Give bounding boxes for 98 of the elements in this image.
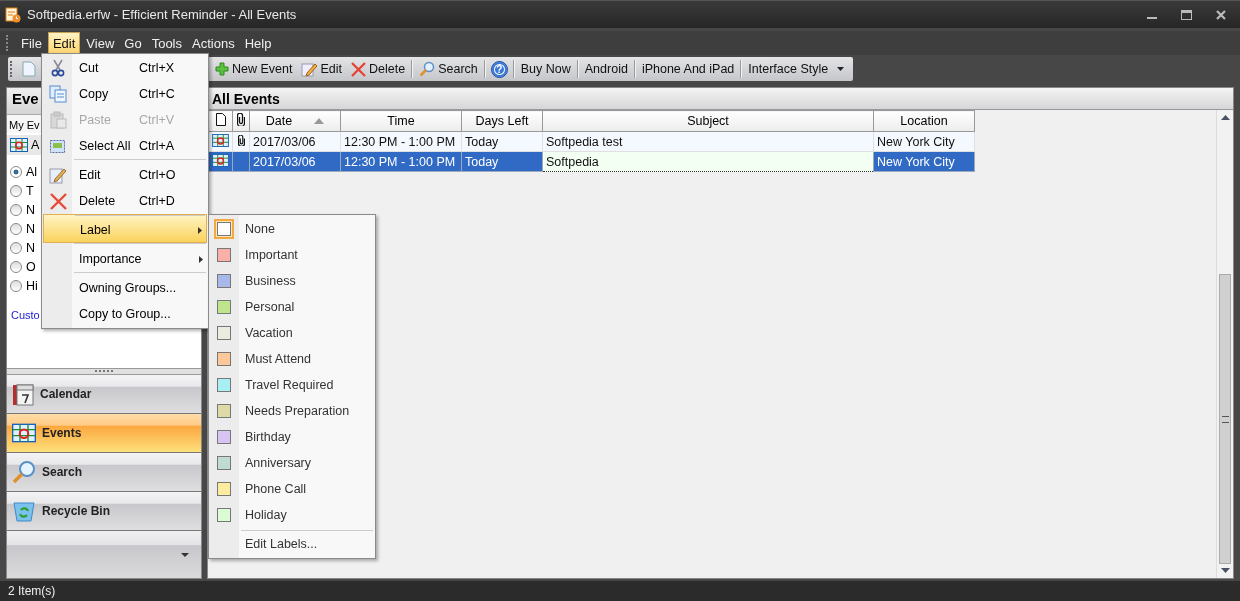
radio-label: Al: [26, 165, 38, 179]
toolbar-button[interactable]: Buy Now: [517, 60, 574, 78]
radio-label: N: [26, 203, 36, 217]
nav-button[interactable]: Recycle Bin: [7, 492, 201, 531]
radio-label: T: [26, 184, 34, 198]
event-icon: [212, 153, 229, 167]
radio-button[interactable]: [10, 261, 22, 273]
nav-button[interactable]: Search: [7, 453, 201, 492]
paste-icon: [49, 111, 67, 129]
menu-item[interactable]: Owning Groups...: [43, 272, 207, 301]
event-icon: [212, 133, 229, 147]
menu-item[interactable]: Vacation: [209, 320, 375, 346]
view-title: All Events: [208, 88, 1233, 110]
events-icon: [12, 423, 36, 443]
menu-item[interactable]: Important: [209, 242, 375, 268]
menu-item[interactable]: None: [209, 216, 375, 242]
menu-item[interactable]: Edit Ctrl+O: [43, 159, 207, 188]
radio-button[interactable]: [10, 223, 22, 235]
app-icon: [5, 6, 21, 23]
menu-item[interactable]: Business: [209, 268, 375, 294]
radio-button[interactable]: [10, 166, 22, 178]
help-button[interactable]: ?: [490, 60, 508, 78]
radio-label: O: [26, 260, 36, 274]
maximize-icon[interactable]: [1181, 9, 1192, 20]
toolbar-button[interactable]: iPhone And iPad: [638, 60, 738, 78]
menu-item[interactable]: Label: [43, 214, 207, 243]
window-title: Softpedia.erfw - Efficient Reminder - All Events: [27, 7, 297, 22]
sort-ascending-icon: [314, 118, 325, 124]
scroll-down-icon[interactable]: [1220, 568, 1230, 573]
events-icon: [10, 138, 28, 152]
nav-button[interactable]: Calendar: [7, 375, 201, 414]
column-header[interactable]: Days Left: [461, 110, 543, 132]
radio-label: N: [26, 222, 36, 236]
recycle-bin-icon: [12, 499, 36, 523]
menu-item[interactable]: Copy to Group...: [43, 301, 207, 327]
scroll-up-icon[interactable]: [1220, 115, 1230, 120]
chevron-down-icon[interactable]: [181, 552, 189, 557]
paperclip-icon: [237, 134, 245, 146]
submenu-arrow-icon: [199, 256, 203, 263]
calendar-icon: [12, 382, 34, 406]
menu-item[interactable]: Travel Required: [209, 372, 375, 398]
toolbar-dropdown[interactable]: Interface Style: [745, 60, 848, 78]
nav-button[interactable]: Events: [7, 414, 201, 453]
delete-icon: [351, 61, 366, 77]
pencil-icon: [49, 166, 67, 184]
menu-item[interactable]: Select All Ctrl+A: [43, 133, 207, 159]
menu-item[interactable]: Phone Call: [209, 476, 375, 502]
toolbar-button[interactable]: New Event: [212, 60, 296, 78]
menu-item[interactable]: Must Attend: [209, 346, 375, 372]
column-header[interactable]: [208, 110, 233, 132]
menu-item[interactable]: View: [82, 32, 119, 54]
delete-icon: [49, 192, 67, 210]
table-cell: New York City: [873, 151, 975, 172]
scissors-icon: [50, 59, 66, 77]
menu-item[interactable]: Edit Labels...: [209, 531, 375, 557]
scrollbar[interactable]: [1216, 110, 1233, 578]
search-icon: [419, 61, 436, 77]
paperclip-icon: [237, 113, 245, 126]
menu-item[interactable]: Holiday: [209, 502, 375, 528]
radio-label: Hi: [26, 279, 38, 293]
caret-icon: [837, 67, 845, 71]
select-all-icon: [49, 137, 67, 155]
close-icon[interactable]: [1216, 9, 1226, 20]
status-text: 2 Item(s): [8, 584, 56, 598]
toolbar-button[interactable]: Search: [416, 59, 481, 79]
toolbar-button[interactable]: Edit: [298, 59, 345, 79]
menu-item[interactable]: Cut Ctrl+X: [43, 55, 207, 81]
menu-item[interactable]: Personal: [209, 294, 375, 320]
menu-item[interactable]: Importance: [43, 243, 207, 272]
menu-item[interactable]: Anniversary: [209, 450, 375, 476]
column-header[interactable]: Subject: [542, 110, 874, 132]
menu-item[interactable]: Edit: [47, 31, 81, 55]
view-label: A: [31, 138, 40, 152]
radio-button[interactable]: [10, 280, 22, 292]
menu-item[interactable]: Go: [120, 32, 146, 54]
document-icon: [215, 113, 226, 126]
menu-item[interactable]: Delete Ctrl+D: [43, 188, 207, 214]
toolbar-button[interactable]: Delete: [348, 59, 409, 79]
menu-item[interactable]: File: [17, 32, 46, 54]
toolbar-button[interactable]: Android: [581, 60, 631, 78]
column-header[interactable]: Time: [340, 110, 462, 132]
column-header[interactable]: Location: [873, 110, 975, 132]
submenu-arrow-icon: [198, 227, 202, 234]
copy-icon: [49, 85, 67, 103]
radio-button[interactable]: [10, 242, 22, 254]
radio-button[interactable]: [10, 185, 22, 197]
menu-item[interactable]: Birthday: [209, 424, 375, 450]
menu-item[interactable]: Help: [240, 32, 276, 54]
column-header[interactable]: Date: [249, 110, 341, 132]
menu-item[interactable]: Tools: [147, 32, 186, 54]
search-icon: [12, 460, 36, 484]
menu-item[interactable]: Needs Preparation: [209, 398, 375, 424]
plus-icon: [215, 62, 229, 76]
custom-link[interactable]: Custo: [7, 295, 44, 321]
radio-button[interactable]: [10, 204, 22, 216]
menu-item[interactable]: Actions: [188, 32, 239, 54]
pencil-icon: [301, 61, 318, 77]
radio-label: N: [26, 241, 36, 255]
